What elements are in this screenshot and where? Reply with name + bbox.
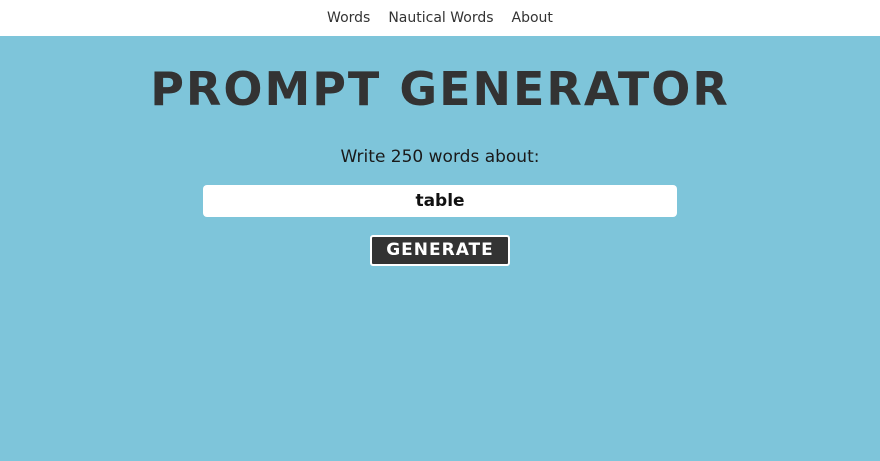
- prompt-text: Write 250 words about:: [340, 147, 540, 167]
- nav-link-nautical-words[interactable]: Nautical Words: [388, 10, 493, 26]
- generate-button[interactable]: GENERATE: [370, 235, 510, 266]
- top-nav: Words Nautical Words About: [0, 0, 880, 36]
- page-title: PROMPT GENERATOR: [150, 62, 730, 116]
- nav-link-words[interactable]: Words: [327, 10, 370, 26]
- main-panel: PROMPT GENERATOR Write 250 words about: …: [0, 36, 880, 461]
- nav-link-about[interactable]: About: [512, 10, 553, 26]
- word-field[interactable]: [203, 185, 677, 217]
